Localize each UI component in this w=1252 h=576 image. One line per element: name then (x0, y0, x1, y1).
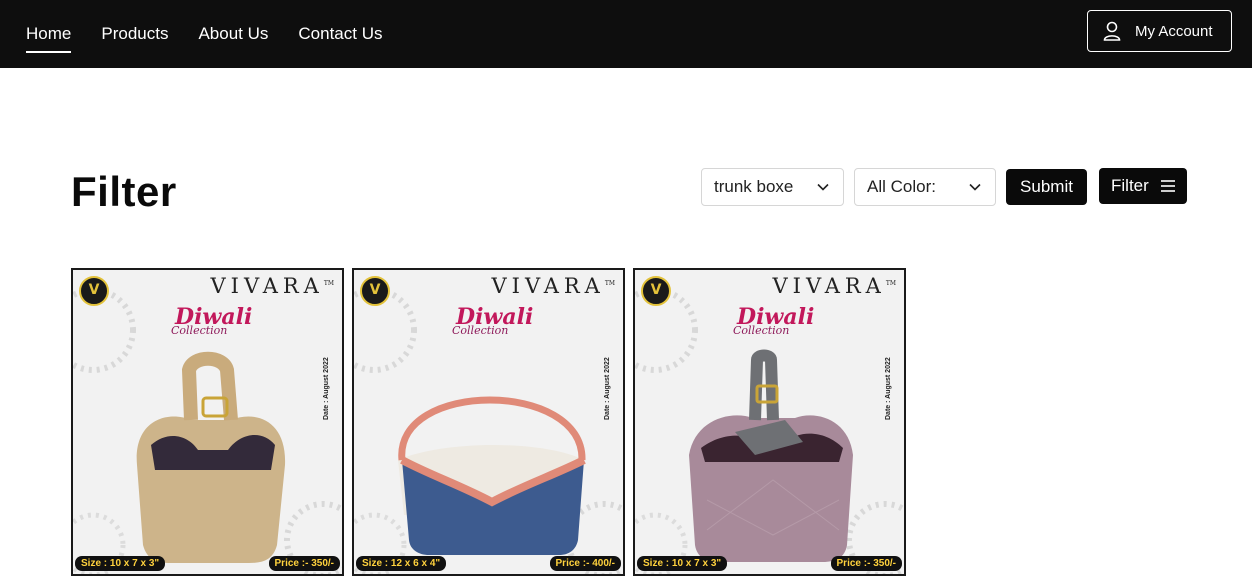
nav-link-products[interactable]: Products (101, 23, 168, 45)
brand-name: VIVARATM (210, 274, 335, 298)
category-select-value: trunk boxe (714, 177, 794, 196)
filter-button[interactable]: Filter (1099, 168, 1187, 204)
nav-links: Home Products About Us Contact Us (26, 0, 412, 68)
nav-link-home[interactable]: Home (26, 23, 72, 53)
nav-link-about-us[interactable]: About Us (198, 23, 268, 45)
collection-subtitle: Collection (452, 324, 509, 337)
date-label: Date : August 2022 (323, 357, 330, 420)
chevron-down-icon (969, 183, 981, 191)
date-label: Date : August 2022 (604, 357, 611, 420)
price-tag: Price :- 400/- (549, 556, 621, 571)
chevron-down-icon (817, 183, 829, 191)
brand-name: VIVARATM (772, 274, 897, 298)
submit-button[interactable]: Submit (1006, 169, 1087, 205)
my-account-label: My Account (1135, 22, 1213, 40)
menu-lines-icon (1160, 180, 1175, 192)
brand-logo-icon (641, 276, 671, 306)
collection-subtitle: Collection (171, 324, 228, 337)
color-select-value: All Color: (867, 177, 936, 196)
price-tag: Price :- 350/- (830, 556, 902, 571)
product-card[interactable]: VIVARATM Diwali Collection Date : August… (71, 268, 344, 576)
product-card[interactable]: VIVARATM Diwali Collection Date : August… (352, 268, 625, 576)
date-label: Date : August 2022 (885, 357, 892, 420)
my-account-button[interactable]: My Account (1087, 10, 1232, 52)
nav-link-contact-us[interactable]: Contact Us (298, 23, 382, 45)
filter-button-label: Filter (1111, 176, 1149, 195)
category-select[interactable]: trunk boxe (701, 168, 844, 206)
price-tag: Price :- 350/- (268, 556, 340, 571)
size-tag: Size : 10 x 7 x 3" (75, 556, 166, 571)
product-card[interactable]: VIVARATM Diwali Collection Date : August… (633, 268, 906, 576)
top-navbar: Home Products About Us Contact Us My Acc… (0, 0, 1252, 68)
brand-name: VIVARATM (491, 274, 616, 298)
user-icon (1103, 21, 1121, 41)
brand-logo-icon (360, 276, 390, 306)
page-title: Filter (71, 168, 177, 215)
brand-logo-icon (79, 276, 109, 306)
size-tag: Size : 10 x 7 x 3" (637, 556, 728, 571)
color-select[interactable]: All Color: (854, 168, 996, 206)
collection-subtitle: Collection (733, 324, 790, 337)
size-tag: Size : 12 x 6 x 4" (356, 556, 447, 571)
